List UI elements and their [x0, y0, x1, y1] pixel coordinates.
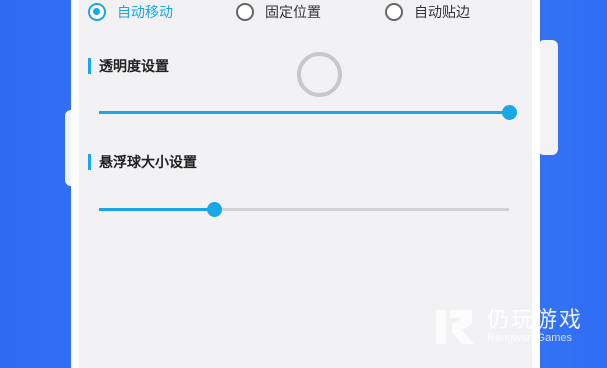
radio-auto-snap-edge-label: 自动贴边: [414, 5, 470, 21]
radio-checked-icon: [88, 3, 106, 21]
rengwan-logo-icon: [436, 310, 474, 344]
radio-unchecked-icon: [385, 3, 403, 21]
watermark-en-text: Rengwan Games: [487, 332, 572, 344]
watermark-cn-text: 仍玩游戏: [487, 308, 584, 333]
watermark: 仍玩游戏 Rengwan Games: [432, 300, 602, 355]
ball-size-slider[interactable]: [99, 201, 509, 217]
slider-thumb[interactable]: [502, 105, 517, 120]
radio-auto-move-label: 自动移动: [117, 5, 173, 21]
radio-unchecked-icon: [236, 3, 254, 21]
position-mode-group: 自动移动 固定位置 自动贴边: [79, 0, 532, 26]
radio-auto-snap-edge[interactable]: 自动贴边: [385, 0, 470, 24]
section-accent-bar: [88, 154, 91, 170]
ball-size-title-text: 悬浮球大小设置: [99, 155, 197, 171]
radio-auto-move[interactable]: 自动移动: [88, 0, 173, 24]
slider-fill: [99, 111, 509, 114]
opacity-slider[interactable]: [99, 104, 517, 120]
radio-fixed-position-label: 固定位置: [265, 5, 321, 21]
radio-fixed-position[interactable]: 固定位置: [236, 0, 321, 24]
section-accent-bar: [88, 58, 91, 74]
ball-size-section-title: 悬浮球大小设置: [88, 152, 197, 172]
background-card-right: [538, 40, 558, 155]
opacity-section-title: 透明度设置: [88, 56, 169, 76]
slider-thumb[interactable]: [206, 202, 222, 217]
float-ball-icon[interactable]: [297, 52, 342, 97]
opacity-title-text: 透明度设置: [99, 59, 169, 75]
slider-fill: [99, 208, 214, 211]
